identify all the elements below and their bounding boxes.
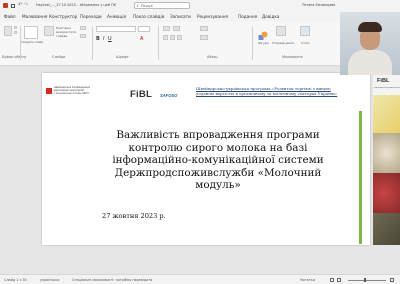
copy-icon[interactable]: [14, 31, 17, 34]
save-icon[interactable]: [11, 3, 15, 8]
program-header-line2: доданою вартістю в органічному та молочн…: [196, 91, 338, 96]
align-center-button[interactable]: [170, 35, 175, 40]
status-bar: Слайд 1 з 30 українська Спеціальні можли…: [0, 274, 400, 284]
new-slide-button[interactable]: [24, 26, 38, 39]
menu-view[interactable]: Подання: [238, 11, 257, 22]
new-slide-label: Створити слайд: [21, 41, 43, 44]
smartart-button[interactable]: [200, 35, 208, 40]
zoom-slider[interactable]: [348, 279, 386, 281]
font-color-button[interactable]: A: [140, 36, 143, 42]
shapes-label: Фігури: [258, 41, 269, 45]
fibl-logo: FiBL: [130, 89, 152, 100]
swiss-flag-icon: [46, 88, 52, 102]
person-body: [348, 50, 392, 75]
person-hair: [358, 22, 382, 32]
search-icon: ⌕: [136, 3, 139, 8]
slide-title[interactable]: Важливість впровадження програми контрол…: [98, 129, 338, 192]
berries-image: [373, 173, 400, 213]
search-input[interactable]: ⌕ Пошук: [134, 2, 190, 9]
underline-button[interactable]: U: [108, 36, 112, 42]
arrange-label: Упорядкувати: [272, 41, 295, 45]
bold-button[interactable]: B: [96, 36, 100, 42]
italic-button[interactable]: I: [103, 36, 104, 42]
menu-animation[interactable]: Анімація: [107, 11, 126, 22]
bullets-button[interactable]: [163, 26, 170, 31]
menu-transitions[interactable]: Переходи: [80, 11, 102, 22]
grain-image: [373, 213, 400, 245]
slides-group-label: Слайди: [52, 55, 66, 59]
menu-record[interactable]: Записати: [170, 11, 191, 22]
notes-button[interactable]: Нотатки: [300, 275, 315, 284]
undo-icon[interactable]: ↶: [18, 2, 22, 8]
language-indicator[interactable]: українська: [40, 275, 59, 284]
swiss-confederation-text: Швейцарська Конфедерація Державний секре…: [54, 86, 90, 96]
cut-icon[interactable]: [14, 26, 17, 29]
align-left-button[interactable]: [163, 35, 168, 40]
cheese-image: [373, 95, 400, 133]
clipboard-group-label: Буфер обміну: [2, 55, 27, 59]
font-size-select[interactable]: [138, 26, 150, 32]
menu-review[interactable]: Рецензування: [197, 11, 228, 22]
safoso-logo-text: SAFOSO: [160, 93, 178, 98]
reuse-slides-button[interactable]: [44, 26, 54, 36]
paste-button[interactable]: [4, 26, 12, 36]
arrange-button[interactable]: [276, 26, 286, 36]
redo-icon[interactable]: ↷: [24, 2, 28, 8]
drawing-group-label: Малювання: [282, 55, 303, 59]
slide-accent-bar: [359, 111, 362, 244]
app-icon[interactable]: [3, 3, 8, 8]
side-image-panel: FiBL Швейцарсько-українська програма...: [373, 73, 400, 245]
user-name[interactable]: Тетяна Ємлянцева: [302, 0, 335, 11]
program-header: Швейцарсько-українська програма «Розвито…: [196, 86, 366, 96]
safoso-logo: SAFOSO: [160, 93, 177, 98]
menu-slideshow[interactable]: Показ слайдів: [133, 11, 164, 22]
side-fibl-logo: FiBL: [377, 78, 390, 84]
slide[interactable]: Швейцарська Конфедерація Державний секре…: [42, 73, 370, 245]
numbering-button[interactable]: [173, 26, 180, 31]
window-title: Наукові_..._27.10.2023 – збережено у цей…: [36, 3, 117, 7]
section-button[interactable]: [80, 34, 86, 38]
styles-label: Стилі: [301, 41, 310, 45]
menu-file[interactable]: Файл: [4, 11, 16, 22]
vegetables-image: [373, 133, 400, 173]
align-right-button[interactable]: [177, 35, 182, 40]
shapes-icon[interactable]: [258, 26, 268, 40]
fibl-logo-text: FiBL: [130, 89, 153, 100]
swiss-line-3: з економічних питань SECO: [54, 91, 89, 95]
font-group-label: Шрифт: [116, 55, 129, 59]
zoom-slider-thumb[interactable]: [364, 278, 366, 282]
menu-design[interactable]: Конструктор: [49, 11, 77, 22]
menu-draw[interactable]: Малювання: [22, 11, 47, 22]
title-bar: ↶ ↷ Наукові_..._27.10.2023 – збережено у…: [0, 0, 400, 11]
webcam-video: [340, 12, 400, 75]
paragraph-group-label: Абзац: [207, 55, 218, 59]
slide-counter[interactable]: Слайд 1 з 30: [4, 275, 27, 284]
search-placeholder: Пошук: [141, 4, 153, 8]
text-direction-button[interactable]: [200, 26, 208, 31]
quick-styles-button[interactable]: [300, 26, 310, 36]
side-fibl-area: FiBL Швейцарсько-українська програма...: [373, 73, 400, 95]
font-family-select[interactable]: [96, 26, 136, 32]
side-caption: Швейцарсько-українська програма...: [374, 87, 400, 89]
layout-button[interactable]: [80, 26, 86, 30]
sorter-view-icon[interactable]: [337, 278, 341, 282]
accessibility-status[interactable]: Спеціальні можливості: потрібно перевіри…: [72, 275, 182, 284]
reuse-slides-label: Повторно використати слайди: [56, 26, 77, 38]
normal-view-icon[interactable]: [330, 278, 334, 282]
slide-date[interactable]: 27 жовтня 2023 р.: [102, 212, 166, 220]
menu-help[interactable]: Довідка: [262, 11, 279, 22]
fit-to-window-icon[interactable]: [390, 278, 394, 282]
